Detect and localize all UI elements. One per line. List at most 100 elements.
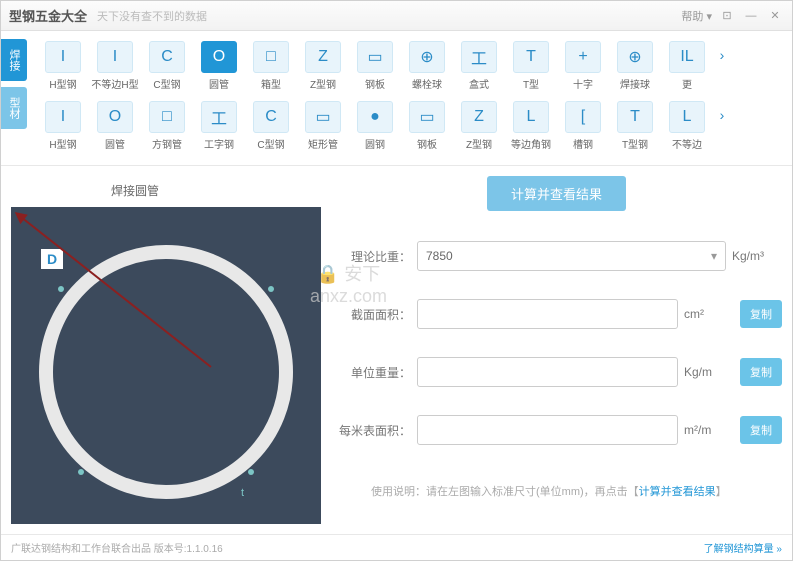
t-beam-icon: T bbox=[617, 101, 653, 133]
surface-input[interactable] bbox=[417, 415, 678, 445]
row-more-icon[interactable]: › bbox=[715, 39, 729, 71]
i-beam-icon: 工 bbox=[201, 101, 237, 133]
shape-label: 等边角钢 bbox=[511, 136, 551, 151]
shape-z-beam[interactable]: Z Z型钢 bbox=[299, 39, 347, 93]
shape-label: 盒式 bbox=[469, 76, 489, 91]
shape-sq-pipe[interactable]: □ 方钢管 bbox=[143, 99, 191, 153]
surface-unit: m²/m bbox=[684, 423, 734, 437]
weight-input[interactable] bbox=[417, 357, 678, 387]
shape-eq-angle[interactable]: L 等边角钢 bbox=[507, 99, 555, 153]
calculate-button[interactable]: 计算并查看结果 bbox=[487, 176, 626, 211]
plate-icon: ▭ bbox=[357, 41, 393, 73]
shape-uneq[interactable]: L不等边 bbox=[663, 99, 711, 153]
shape-weld-ball[interactable]: ⊕ 焊接球 bbox=[611, 39, 659, 93]
shape-title: 焊接圆管 bbox=[111, 182, 321, 199]
usage-hint: 使用说明：请在左图输入标准尺寸(单位mm)，再点击【计算并查看结果】 bbox=[371, 483, 782, 499]
shape-label: Z型钢 bbox=[310, 76, 336, 91]
weld-ball-icon: ⊕ bbox=[617, 41, 653, 73]
shape-h-beam[interactable]: I H型钢 bbox=[39, 39, 87, 93]
cross-icon: + bbox=[565, 41, 601, 73]
shape-round-pipe[interactable]: O圆管 bbox=[91, 99, 139, 153]
close-icon[interactable]: ✕ bbox=[766, 7, 784, 25]
shape-z-beam2[interactable]: ZZ型钢 bbox=[455, 99, 503, 153]
tab-welding[interactable]: 焊接 bbox=[1, 39, 27, 81]
shape-c-beam[interactable]: CC型钢 bbox=[143, 39, 191, 93]
diagram-canvas[interactable]: D t bbox=[11, 207, 321, 524]
shape-plate2[interactable]: ▭ 钢板 bbox=[403, 99, 451, 153]
statusbar: 广联达钢结构和工作台联合出品 版本号:1.1.0.16 了解钢结构算量 » bbox=[1, 534, 792, 560]
shape-round-steel[interactable]: ● 圆钢 bbox=[351, 99, 399, 153]
toolbar: 焊接 型材 IH型钢I不等边H型CC型钢O圆管□箱型ZZ型钢▭钢板⊕螺栓球工盒式… bbox=[1, 31, 792, 166]
area-unit: cm² bbox=[684, 307, 734, 321]
shape-box2[interactable]: 工盒式 bbox=[455, 39, 503, 93]
shape-bolt-ball[interactable]: ⊕ 螺栓球 bbox=[403, 39, 451, 93]
shape-plate[interactable]: ▭ 钢板 bbox=[351, 39, 399, 93]
shape-label: 工字钢 bbox=[204, 136, 234, 151]
tab-profile[interactable]: 型材 bbox=[1, 87, 27, 129]
shape-label: H型钢 bbox=[49, 76, 76, 91]
minimize-icon[interactable]: — bbox=[742, 7, 760, 25]
shape-label: 螺栓球 bbox=[412, 76, 442, 91]
shape-label: Z型钢 bbox=[466, 136, 492, 151]
more1-icon: IL bbox=[669, 41, 705, 73]
shape-label: 十字 bbox=[573, 76, 593, 91]
shape-label: 方钢管 bbox=[152, 136, 182, 151]
area-label: 截面面积： bbox=[331, 306, 411, 323]
status-right-link[interactable]: 了解钢结构算量 » bbox=[704, 540, 782, 555]
sq-pipe-icon: □ bbox=[149, 101, 185, 133]
shape-rect-pipe[interactable]: ▭ 矩形管 bbox=[299, 99, 347, 153]
shape-c-beam2[interactable]: C C型钢 bbox=[247, 99, 295, 153]
density-label: 理论比重： bbox=[331, 248, 411, 265]
area-input[interactable] bbox=[417, 299, 678, 329]
shape-label: 焊接球 bbox=[620, 76, 650, 91]
c-beam2-icon: C bbox=[253, 101, 289, 133]
help-menu[interactable]: 帮助 ▾ bbox=[681, 8, 712, 24]
shape-label: 钢板 bbox=[365, 76, 385, 91]
shape-uneq-h[interactable]: I不等边H型 bbox=[91, 39, 139, 93]
channel-icon: [ bbox=[565, 101, 601, 133]
shape-box[interactable]: □箱型 bbox=[247, 39, 295, 93]
shape-label: 圆钢 bbox=[365, 136, 385, 151]
shape-cross[interactable]: + 十字 bbox=[559, 39, 607, 93]
shape-label: T型 bbox=[523, 76, 539, 91]
plate2-icon: ▭ bbox=[409, 101, 445, 133]
row-more-icon[interactable]: › bbox=[715, 99, 729, 131]
pin-icon[interactable]: ⊡ bbox=[718, 7, 736, 25]
shape-i-beam[interactable]: 工工字钢 bbox=[195, 99, 243, 153]
h-beam-icon: I bbox=[45, 41, 81, 73]
h-beam2-icon: I bbox=[45, 101, 81, 133]
eq-angle-icon: L bbox=[513, 101, 549, 133]
copy-area-button[interactable]: 复制 bbox=[740, 300, 782, 328]
shape-label: 矩形管 bbox=[308, 136, 338, 151]
shape-h-beam2[interactable]: I H型钢 bbox=[39, 99, 87, 153]
uneq-h-icon: I bbox=[97, 41, 133, 73]
box2-icon: 工 bbox=[461, 41, 497, 73]
copy-weight-button[interactable]: 复制 bbox=[740, 358, 782, 386]
shape-label: 圆管 bbox=[105, 136, 125, 151]
pipe-icon: O bbox=[201, 41, 237, 73]
shape-label: 钢板 bbox=[417, 136, 437, 151]
shape-t-beam[interactable]: TT型钢 bbox=[611, 99, 659, 153]
shape-pipe[interactable]: O 圆管 bbox=[195, 39, 243, 93]
round-steel-icon: ● bbox=[357, 101, 393, 133]
titlebar: 型钢五金大全 天下没有查不到的数据 帮助 ▾ ⊡ — ✕ bbox=[1, 1, 792, 31]
shape-label: C型钢 bbox=[257, 136, 284, 151]
shape-label: 槽钢 bbox=[573, 136, 593, 151]
density-unit: Kg/m³ bbox=[732, 249, 782, 263]
bolt-ball-icon: ⊕ bbox=[409, 41, 445, 73]
copy-surface-button[interactable]: 复制 bbox=[740, 416, 782, 444]
shape-label: 箱型 bbox=[261, 76, 281, 91]
shape-label: 更 bbox=[682, 76, 692, 91]
app-subtitle: 天下没有查不到的数据 bbox=[97, 8, 207, 24]
rect-pipe-icon: ▭ bbox=[305, 101, 341, 133]
shape-t-shape[interactable]: TT型 bbox=[507, 39, 555, 93]
shape-more1[interactable]: IL 更 bbox=[663, 39, 711, 93]
dimension-t-label: t bbox=[241, 487, 244, 499]
shape-channel[interactable]: [ 槽钢 bbox=[559, 99, 607, 153]
annotation-arrow bbox=[11, 207, 221, 387]
shape-label: H型钢 bbox=[49, 136, 76, 151]
z-beam-icon: Z bbox=[305, 41, 341, 73]
shape-label: 圆管 bbox=[209, 76, 229, 91]
density-select[interactable]: 7850 bbox=[417, 241, 726, 271]
c-beam-icon: C bbox=[149, 41, 185, 73]
